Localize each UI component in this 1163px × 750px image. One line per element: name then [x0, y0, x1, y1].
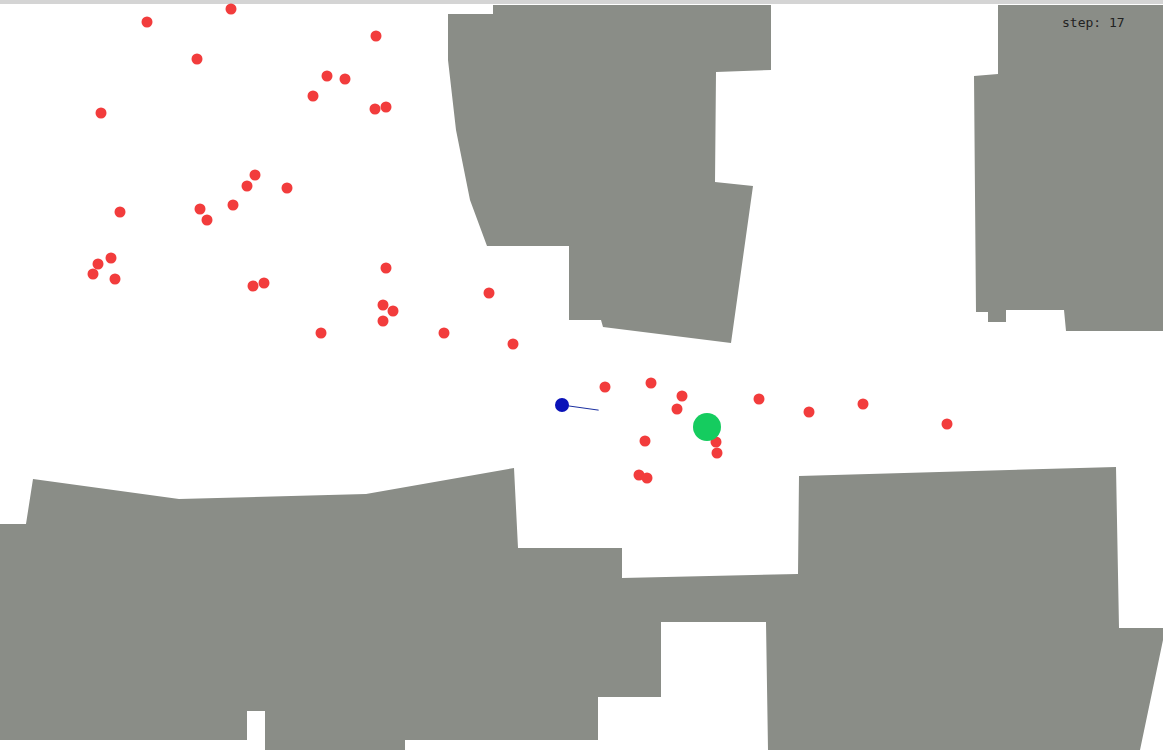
pedestrian: [370, 104, 381, 115]
pedestrian: [202, 215, 213, 226]
pedestrian: [388, 306, 399, 317]
pedestrian: [142, 17, 153, 28]
top-border: [0, 0, 1163, 4]
scene-canvas: step: 17: [0, 0, 1163, 750]
pedestrian: [508, 339, 519, 350]
pedestrian: [381, 263, 392, 274]
agent: [555, 398, 569, 412]
pedestrian: [378, 316, 389, 327]
pedestrian: [600, 382, 611, 393]
pedestrian: [646, 378, 657, 389]
goal: [693, 413, 721, 441]
pedestrian: [106, 253, 117, 264]
pedestrian: [371, 31, 382, 42]
pedestrian: [259, 278, 270, 289]
pedestrian: [93, 259, 104, 270]
pedestrian: [942, 419, 953, 430]
pedestrian: [858, 399, 869, 410]
pedestrian: [115, 207, 126, 218]
pedestrian: [248, 281, 259, 292]
obstacle: [448, 5, 771, 343]
pedestrian: [642, 473, 653, 484]
pedestrian: [192, 54, 203, 65]
step-counter: step: 17: [1062, 15, 1125, 30]
pedestrian: [378, 300, 389, 311]
simulation-view: step: 17: [0, 0, 1163, 750]
pedestrian: [804, 407, 815, 418]
pedestrian: [250, 170, 261, 181]
obstacle: [974, 5, 1163, 331]
pedestrian: [712, 448, 723, 459]
pedestrian: [677, 391, 688, 402]
pedestrian: [96, 108, 107, 119]
pedestrian: [282, 183, 293, 194]
pedestrian: [439, 328, 450, 339]
pedestrian: [195, 204, 206, 215]
pedestrian: [226, 4, 237, 15]
pedestrian: [381, 102, 392, 113]
pedestrian: [316, 328, 327, 339]
pedestrian: [242, 181, 253, 192]
pedestrian: [88, 269, 99, 280]
obstacle: [0, 467, 1163, 750]
pedestrian: [110, 274, 121, 285]
pedestrian: [484, 288, 495, 299]
pedestrian: [228, 200, 239, 211]
pedestrian: [754, 394, 765, 405]
pedestrian: [308, 91, 319, 102]
pedestrian: [322, 71, 333, 82]
pedestrian: [672, 404, 683, 415]
pedestrian: [640, 436, 651, 447]
pedestrian: [340, 74, 351, 85]
